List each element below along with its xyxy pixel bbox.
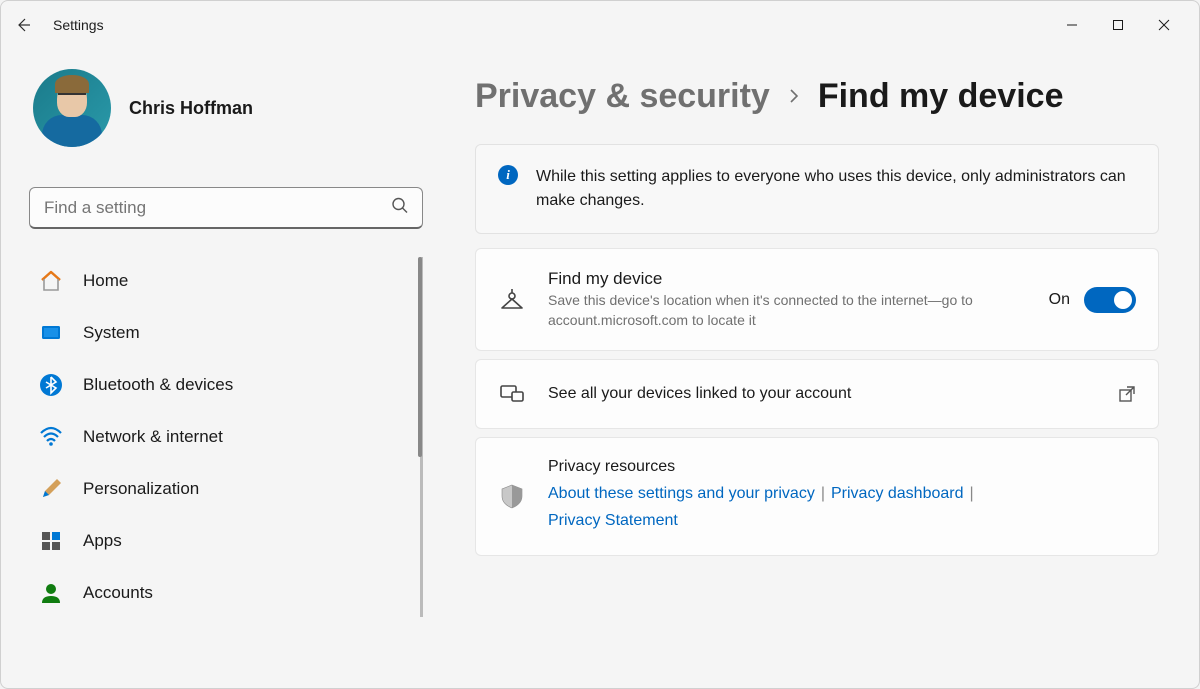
sidebar-item-label: Personalization xyxy=(83,479,199,499)
search-box xyxy=(29,187,423,229)
link-about-settings-privacy[interactable]: About these settings and your privacy xyxy=(548,485,815,502)
privacy-resources-links: About these settings and your privacy|Pr… xyxy=(548,480,1136,534)
toggle-state-label: On xyxy=(1049,291,1070,309)
find-my-device-description: Save this device's location when it's co… xyxy=(548,291,1027,330)
content: Chris Hoffman Home xyxy=(1,49,1199,688)
close-icon xyxy=(1158,19,1170,31)
nav-list: Home System Bluetooth & devices xyxy=(29,257,423,617)
close-button[interactable] xyxy=(1141,9,1187,41)
info-banner: i While this setting applies to everyone… xyxy=(475,144,1159,234)
settings-window: Settings Chris Hoffman xyxy=(0,0,1200,689)
link-privacy-statement[interactable]: Privacy Statement xyxy=(548,512,678,529)
find-my-device-card: Find my device Save this device's locati… xyxy=(475,248,1159,351)
maximize-button[interactable] xyxy=(1095,9,1141,41)
devices-icon xyxy=(498,380,526,408)
chevron-right-icon xyxy=(786,83,802,111)
sidebar-item-label: Network & internet xyxy=(83,427,223,447)
titlebar: Settings xyxy=(1,1,1199,49)
bluetooth-icon xyxy=(39,373,63,397)
search-icon[interactable] xyxy=(391,197,409,220)
scrollbar[interactable] xyxy=(418,257,422,457)
titlebar-left: Settings xyxy=(13,15,104,35)
minimize-icon xyxy=(1066,19,1078,31)
page-title: Find my device xyxy=(818,77,1064,116)
privacy-resources-card: Privacy resources About these settings a… xyxy=(475,437,1159,555)
sidebar-item-label: Home xyxy=(83,271,128,291)
profile-name: Chris Hoffman xyxy=(129,98,253,119)
open-external-icon xyxy=(1118,385,1136,403)
window-controls xyxy=(1049,9,1187,41)
minimize-button[interactable] xyxy=(1049,9,1095,41)
sidebar-item-label: Bluetooth & devices xyxy=(83,375,233,395)
sidebar-item-bluetooth[interactable]: Bluetooth & devices xyxy=(29,361,420,409)
info-icon: i xyxy=(498,165,518,185)
find-my-device-toggle[interactable] xyxy=(1084,287,1136,313)
see-all-devices-card[interactable]: See all your devices linked to your acco… xyxy=(475,359,1159,429)
see-all-devices-text: See all your devices linked to your acco… xyxy=(548,385,1096,403)
maximize-icon xyxy=(1112,19,1124,31)
location-pin-icon xyxy=(498,286,526,314)
breadcrumb-parent[interactable]: Privacy & security xyxy=(475,77,770,116)
sidebar-item-network[interactable]: Network & internet xyxy=(29,413,420,461)
app-title: Settings xyxy=(53,17,104,33)
network-icon xyxy=(39,425,63,449)
sidebar-item-accounts[interactable]: Accounts xyxy=(29,569,420,617)
info-banner-text: While this setting applies to everyone w… xyxy=(536,165,1136,213)
sidebar-item-home[interactable]: Home xyxy=(29,257,420,305)
search-input[interactable] xyxy=(29,187,423,229)
find-my-device-title: Find my device xyxy=(548,269,1027,289)
sidebar-item-label: Apps xyxy=(83,531,122,551)
sidebar-item-apps[interactable]: Apps xyxy=(29,517,420,565)
shield-icon xyxy=(498,482,526,510)
avatar xyxy=(33,69,111,147)
breadcrumb: Privacy & security Find my device xyxy=(475,77,1159,116)
home-icon xyxy=(39,269,63,293)
arrow-left-icon xyxy=(14,16,32,34)
personalization-icon xyxy=(39,477,63,501)
sidebar-item-personalization[interactable]: Personalization xyxy=(29,465,420,513)
system-icon xyxy=(39,321,63,345)
back-button[interactable] xyxy=(13,15,33,35)
sidebar-item-label: System xyxy=(83,323,140,343)
sidebar-item-system[interactable]: System xyxy=(29,309,420,357)
apps-icon xyxy=(39,529,63,553)
sidebar-item-label: Accounts xyxy=(83,583,153,603)
main-content: Privacy & security Find my device i Whil… xyxy=(451,49,1199,688)
profile[interactable]: Chris Hoffman xyxy=(29,69,423,147)
accounts-icon xyxy=(39,581,63,605)
sidebar: Chris Hoffman Home xyxy=(1,49,451,688)
privacy-resources-title: Privacy resources xyxy=(548,458,1136,476)
link-privacy-dashboard[interactable]: Privacy dashboard xyxy=(831,485,964,502)
